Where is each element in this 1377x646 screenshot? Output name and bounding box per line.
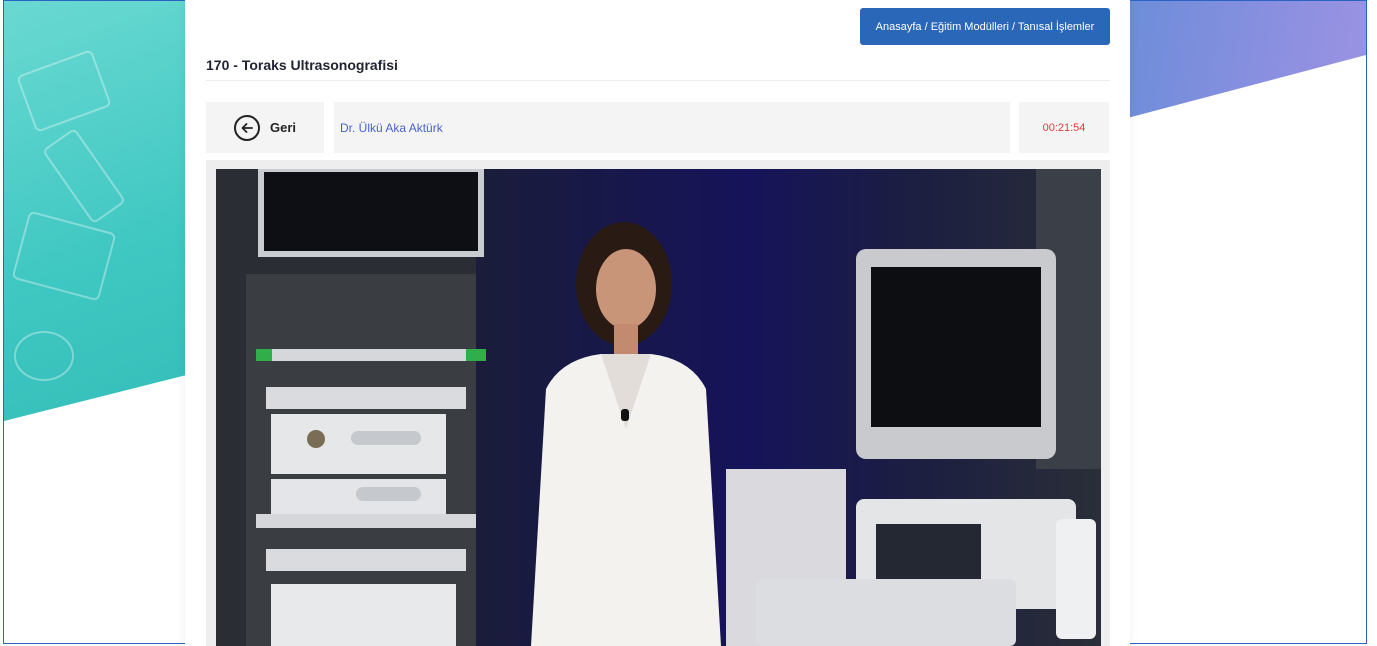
decorative-background-right — [1116, 1, 1366, 121]
content-panel: Anasayfa / Eğitim Modülleri / Tanısal İş… — [185, 0, 1130, 646]
title-divider — [206, 80, 1110, 81]
video-player[interactable] — [216, 169, 1101, 646]
decorative-background-left — [4, 1, 204, 421]
page-title: 170 - Toraks Ultrasonografisi — [206, 57, 398, 73]
video-container — [206, 160, 1110, 646]
video-frame-image — [216, 169, 1101, 646]
video-timer: 00:21:54 — [1019, 102, 1109, 153]
instructor-name: Dr. Ülkü Aka Aktürk — [334, 102, 1010, 153]
back-button-label: Geri — [269, 120, 296, 135]
breadcrumb-button[interactable]: Anasayfa / Eğitim Modülleri / Tanısal İş… — [860, 8, 1110, 45]
back-button[interactable]: Geri — [206, 102, 324, 153]
arrow-left-circle-icon — [233, 114, 260, 141]
